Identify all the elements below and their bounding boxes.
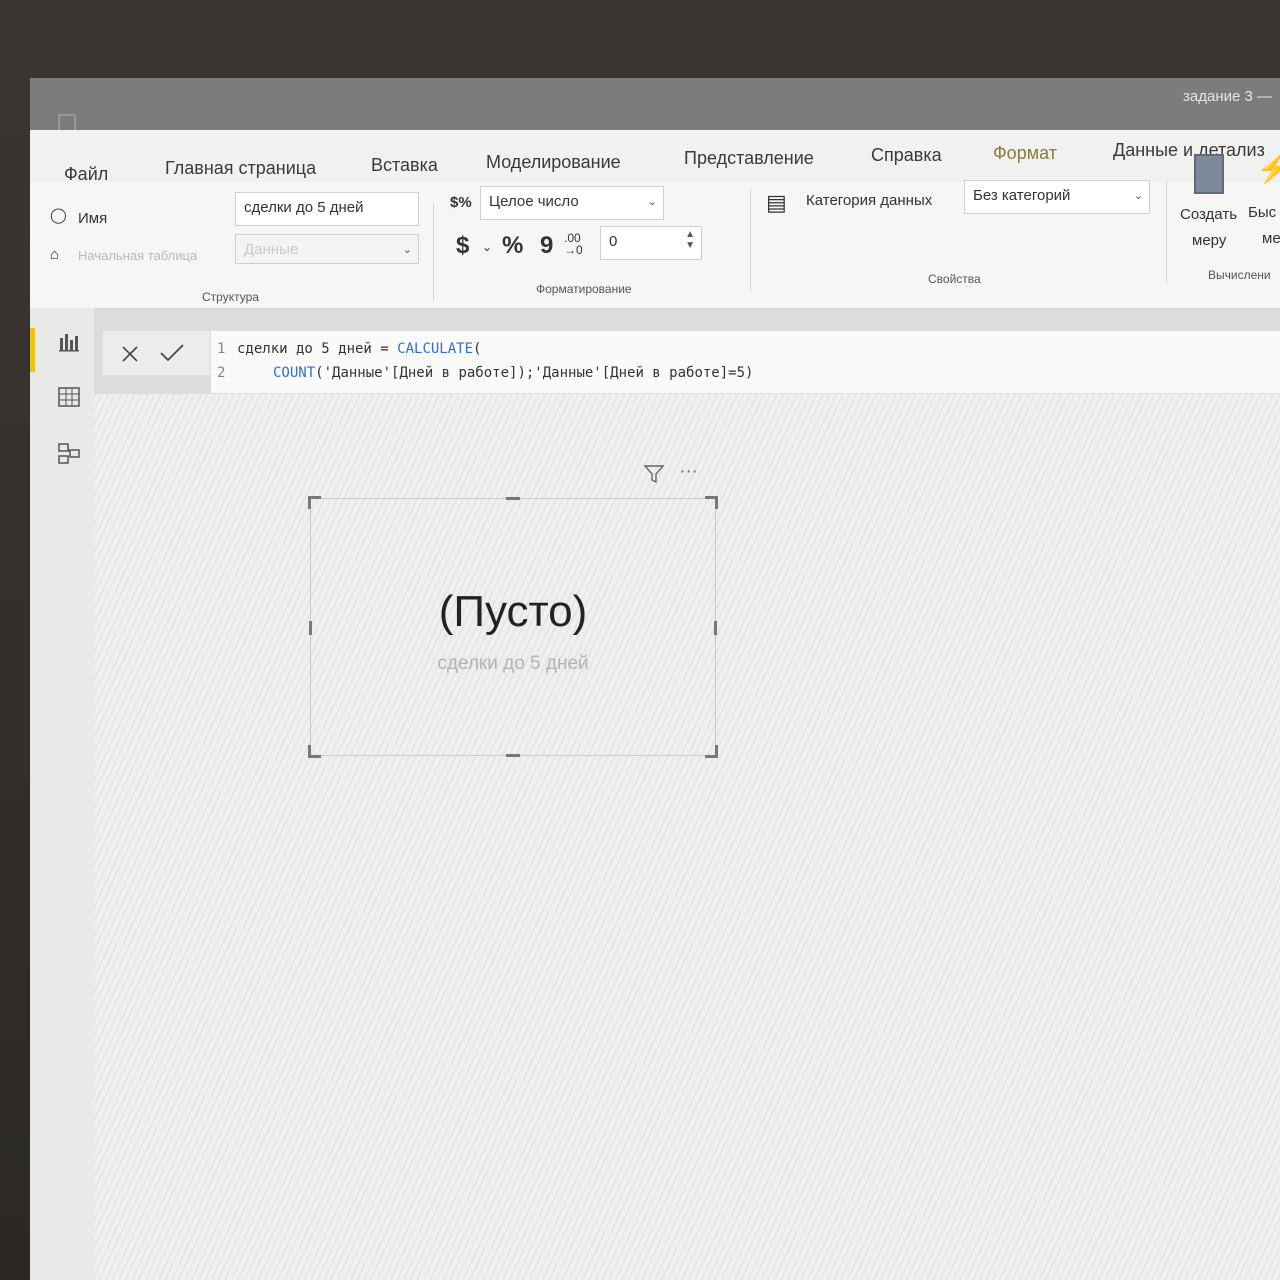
- cancel-formula-icon[interactable]: [121, 345, 139, 363]
- decimal-places-input[interactable]: 0 ▲ ▼: [600, 226, 702, 260]
- commit-formula-icon[interactable]: [159, 343, 185, 363]
- quick-measure-icon: ⚡: [1256, 153, 1280, 184]
- group-divider: [750, 190, 751, 290]
- resize-handle[interactable]: [705, 745, 718, 758]
- app-window: задание 3 — Файл Главная страница Вставк…: [30, 78, 1280, 1280]
- format-icon: $%: [450, 194, 472, 211]
- properties-group-label: Свойства: [928, 272, 981, 286]
- decimal-places-icon[interactable]: .00 →0: [564, 232, 583, 256]
- tab-insert[interactable]: Вставка: [371, 155, 438, 176]
- home-table-select[interactable]: Данные ⌄: [235, 234, 419, 264]
- tab-home[interactable]: Главная страница: [165, 158, 316, 179]
- new-measure-label-1[interactable]: Создать: [1180, 206, 1237, 223]
- chevron-down-icon: ⌄: [647, 196, 657, 208]
- formula-text: сделки до 5 дней =: [237, 341, 398, 357]
- tab-format[interactable]: Формат: [993, 143, 1057, 164]
- data-view-icon[interactable]: [58, 386, 80, 408]
- resize-handle[interactable]: [308, 745, 321, 758]
- format-value: Целое число: [489, 193, 579, 210]
- more-options-icon[interactable]: ···: [680, 462, 698, 481]
- chevron-down-icon[interactable]: ⌄: [482, 240, 492, 254]
- data-category-value: Без категорий: [973, 187, 1071, 204]
- structure-group-label: Структура: [202, 290, 259, 304]
- title-bar: задание 3 —: [30, 78, 1280, 132]
- formula-line-2: COUNT('Данные'[Дней в работе]);'Данные'[…: [273, 365, 753, 381]
- card-visual[interactable]: (Пусто) сделки до 5 дней: [308, 496, 718, 758]
- formula-function: COUNT: [273, 365, 316, 381]
- active-view-indicator: [30, 328, 35, 372]
- new-measure-label-2[interactable]: меру: [1192, 232, 1226, 249]
- card-label: сделки до 5 дней: [437, 653, 589, 674]
- line-number: 1: [217, 341, 226, 357]
- decimal-places-value: 0: [609, 233, 618, 250]
- report-canvas[interactable]: ··· (Пусто) сделки до 5 дней: [94, 394, 1280, 1280]
- resize-handle[interactable]: [506, 497, 520, 500]
- formula-paren: (: [473, 341, 482, 357]
- model-view-icon[interactable]: [58, 442, 80, 464]
- tab-data-drill[interactable]: Данные и детализ: [1113, 140, 1265, 161]
- tag-icon: ◯: [50, 207, 67, 224]
- tab-help[interactable]: Справка: [871, 145, 942, 166]
- ribbon-tabs: Файл Главная страница Вставка Моделирова…: [30, 130, 1280, 184]
- quick-measure-label-1[interactable]: Быс: [1248, 204, 1276, 221]
- tab-view[interactable]: Представление: [684, 148, 814, 169]
- left-navigation: [30, 308, 95, 1280]
- ribbon: ◯ Имя сделки до 5 дней ⌂ Начальная табли…: [30, 153, 1280, 309]
- calculations-group-label: Вычислени: [1208, 268, 1271, 282]
- resize-handle[interactable]: [308, 496, 321, 509]
- formula-actions: [102, 330, 212, 376]
- formula-line-1: сделки до 5 дней = CALCULATE(: [237, 341, 481, 357]
- report-view-icon[interactable]: [58, 330, 80, 352]
- format-select[interactable]: Целое число ⌄: [480, 186, 664, 220]
- data-category-label: Категория данных: [806, 192, 933, 209]
- chevron-down-icon: ⌄: [402, 244, 412, 256]
- chevron-down-icon: ⌄: [1133, 190, 1143, 202]
- currency-button[interactable]: $: [456, 232, 469, 260]
- comma-button[interactable]: 9: [540, 232, 553, 260]
- resize-handle[interactable]: [705, 496, 718, 509]
- resize-handle[interactable]: [506, 754, 520, 757]
- name-input[interactable]: сделки до 5 дней: [235, 192, 419, 226]
- filter-icon[interactable]: [644, 464, 664, 484]
- home-table-value: Данные: [244, 241, 299, 258]
- name-label: Имя: [78, 210, 108, 227]
- group-divider: [433, 202, 434, 302]
- formula-bar[interactable]: 1 сделки до 5 дней = CALCULATE( 2 COUNT(…: [210, 330, 1280, 394]
- data-category-icon: ▤: [766, 190, 787, 215]
- line-number: 2: [217, 365, 226, 381]
- home-table-label: Начальная таблица: [78, 248, 198, 263]
- group-divider: [1166, 182, 1167, 282]
- formatting-group-label: Форматирование: [536, 282, 632, 296]
- formula-text: ('Данные'[Дней в работе]);'Данные'[Дней …: [315, 365, 754, 381]
- stepper-icon[interactable]: ▲ ▼: [685, 229, 695, 251]
- formula-function: CALCULATE: [397, 341, 474, 357]
- window-title: задание 3 —: [1183, 88, 1272, 105]
- card-value: (Пусто): [438, 587, 588, 636]
- quick-measure-label-2[interactable]: ме: [1262, 230, 1280, 247]
- data-category-select[interactable]: Без категорий ⌄: [964, 180, 1150, 214]
- calculator-icon: [1194, 154, 1224, 194]
- home-icon: ⌂: [50, 246, 60, 263]
- percent-button[interactable]: %: [502, 232, 523, 260]
- tab-modeling[interactable]: Моделирование: [486, 152, 621, 173]
